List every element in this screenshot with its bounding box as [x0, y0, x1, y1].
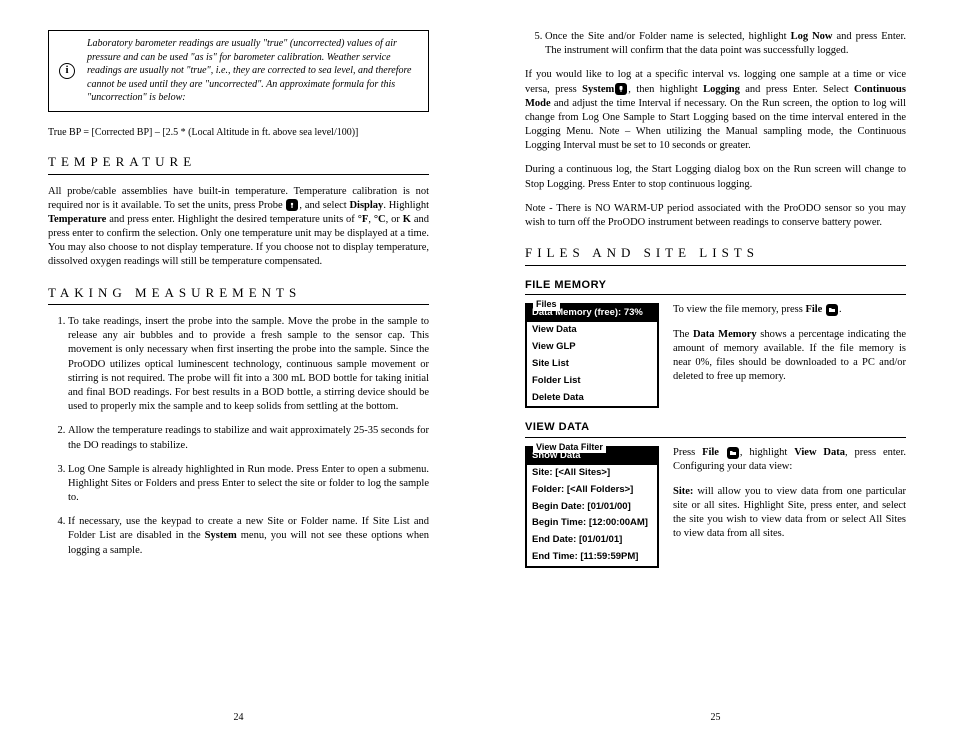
files-menu-legend: Files	[533, 298, 560, 310]
menu-row: Delete Data	[527, 390, 657, 407]
heading-temperature: Temperature	[48, 153, 429, 175]
temperature-paragraph: All probe/cable assemblies have built-in…	[48, 185, 429, 270]
menu-row: End Time: [11:59:59PM]	[527, 549, 657, 566]
view-data-menu-legend: View Data Filter	[533, 441, 606, 453]
page-left: i Laboratory barometer readings are usua…	[0, 0, 477, 738]
menu-row: Begin Date: [01/01/00]	[527, 499, 657, 516]
measurement-steps-cont: Once the Site and/or Folder name is sele…	[525, 30, 906, 58]
measurement-steps: To take readings, insert the probe into …	[48, 315, 429, 558]
file-icon	[727, 447, 739, 459]
warmup-note-paragraph: Note - There is NO WARM-UP period associ…	[525, 202, 906, 230]
step-4: If necessary, use the keypad to create a…	[68, 515, 429, 558]
view-data-description: Press File , highlight View Data, press …	[673, 446, 906, 551]
menu-row: End Date: [01/01/01]	[527, 532, 657, 549]
heading-taking-measurements: Taking Measurements	[48, 284, 429, 306]
page-number-right: 25	[477, 711, 954, 725]
step-2: Allow the temperature readings to stabil…	[68, 424, 429, 452]
step-1: To take readings, insert the probe into …	[68, 315, 429, 414]
system-icon	[615, 83, 627, 95]
menu-row: Site List	[527, 356, 657, 373]
page-right: Once the Site and/or Folder name is sele…	[477, 0, 954, 738]
view-data-block: View Data Filter Show Data Site: [<All S…	[525, 446, 906, 568]
page-number-left: 24	[0, 711, 477, 725]
file-memory-description: To view the file memory, press File . Th…	[673, 303, 906, 394]
subheading-view-data: View Data	[525, 420, 906, 438]
file-icon	[826, 304, 838, 316]
subheading-file-memory: File Memory	[525, 278, 906, 296]
menu-row: View Data	[527, 322, 657, 339]
step-3: Log One Sample is already highlighted in…	[68, 463, 429, 506]
menu-row: Folder: [<All Folders>]	[527, 482, 657, 499]
logging-interval-paragraph: If you would like to log at a specific i…	[525, 68, 906, 153]
files-menu-screenshot: Files Data Memory (free): 73% View Data …	[525, 303, 659, 408]
probe-icon	[286, 199, 298, 211]
view-data-menu-screenshot: View Data Filter Show Data Site: [<All S…	[525, 446, 659, 568]
continuous-log-paragraph: During a continuous log, the Start Loggi…	[525, 163, 906, 191]
step-5: Once the Site and/or Folder name is sele…	[545, 30, 906, 58]
menu-row: Site: [<All Sites>]	[527, 465, 657, 482]
info-callout: i Laboratory barometer readings are usua…	[48, 30, 429, 112]
menu-row: View GLP	[527, 339, 657, 356]
menu-row: Folder List	[527, 373, 657, 390]
menu-row: Begin Time: [12:00:00AM]	[527, 515, 657, 532]
formula-text: True BP = [Corrected BP] – [2.5 * (Local…	[48, 126, 429, 140]
info-text: Laboratory barometer readings are usuall…	[87, 37, 418, 105]
file-memory-block: Files Data Memory (free): 73% View Data …	[525, 303, 906, 408]
heading-files-site-lists: Files and Site Lists	[525, 244, 906, 266]
info-icon: i	[59, 63, 75, 79]
